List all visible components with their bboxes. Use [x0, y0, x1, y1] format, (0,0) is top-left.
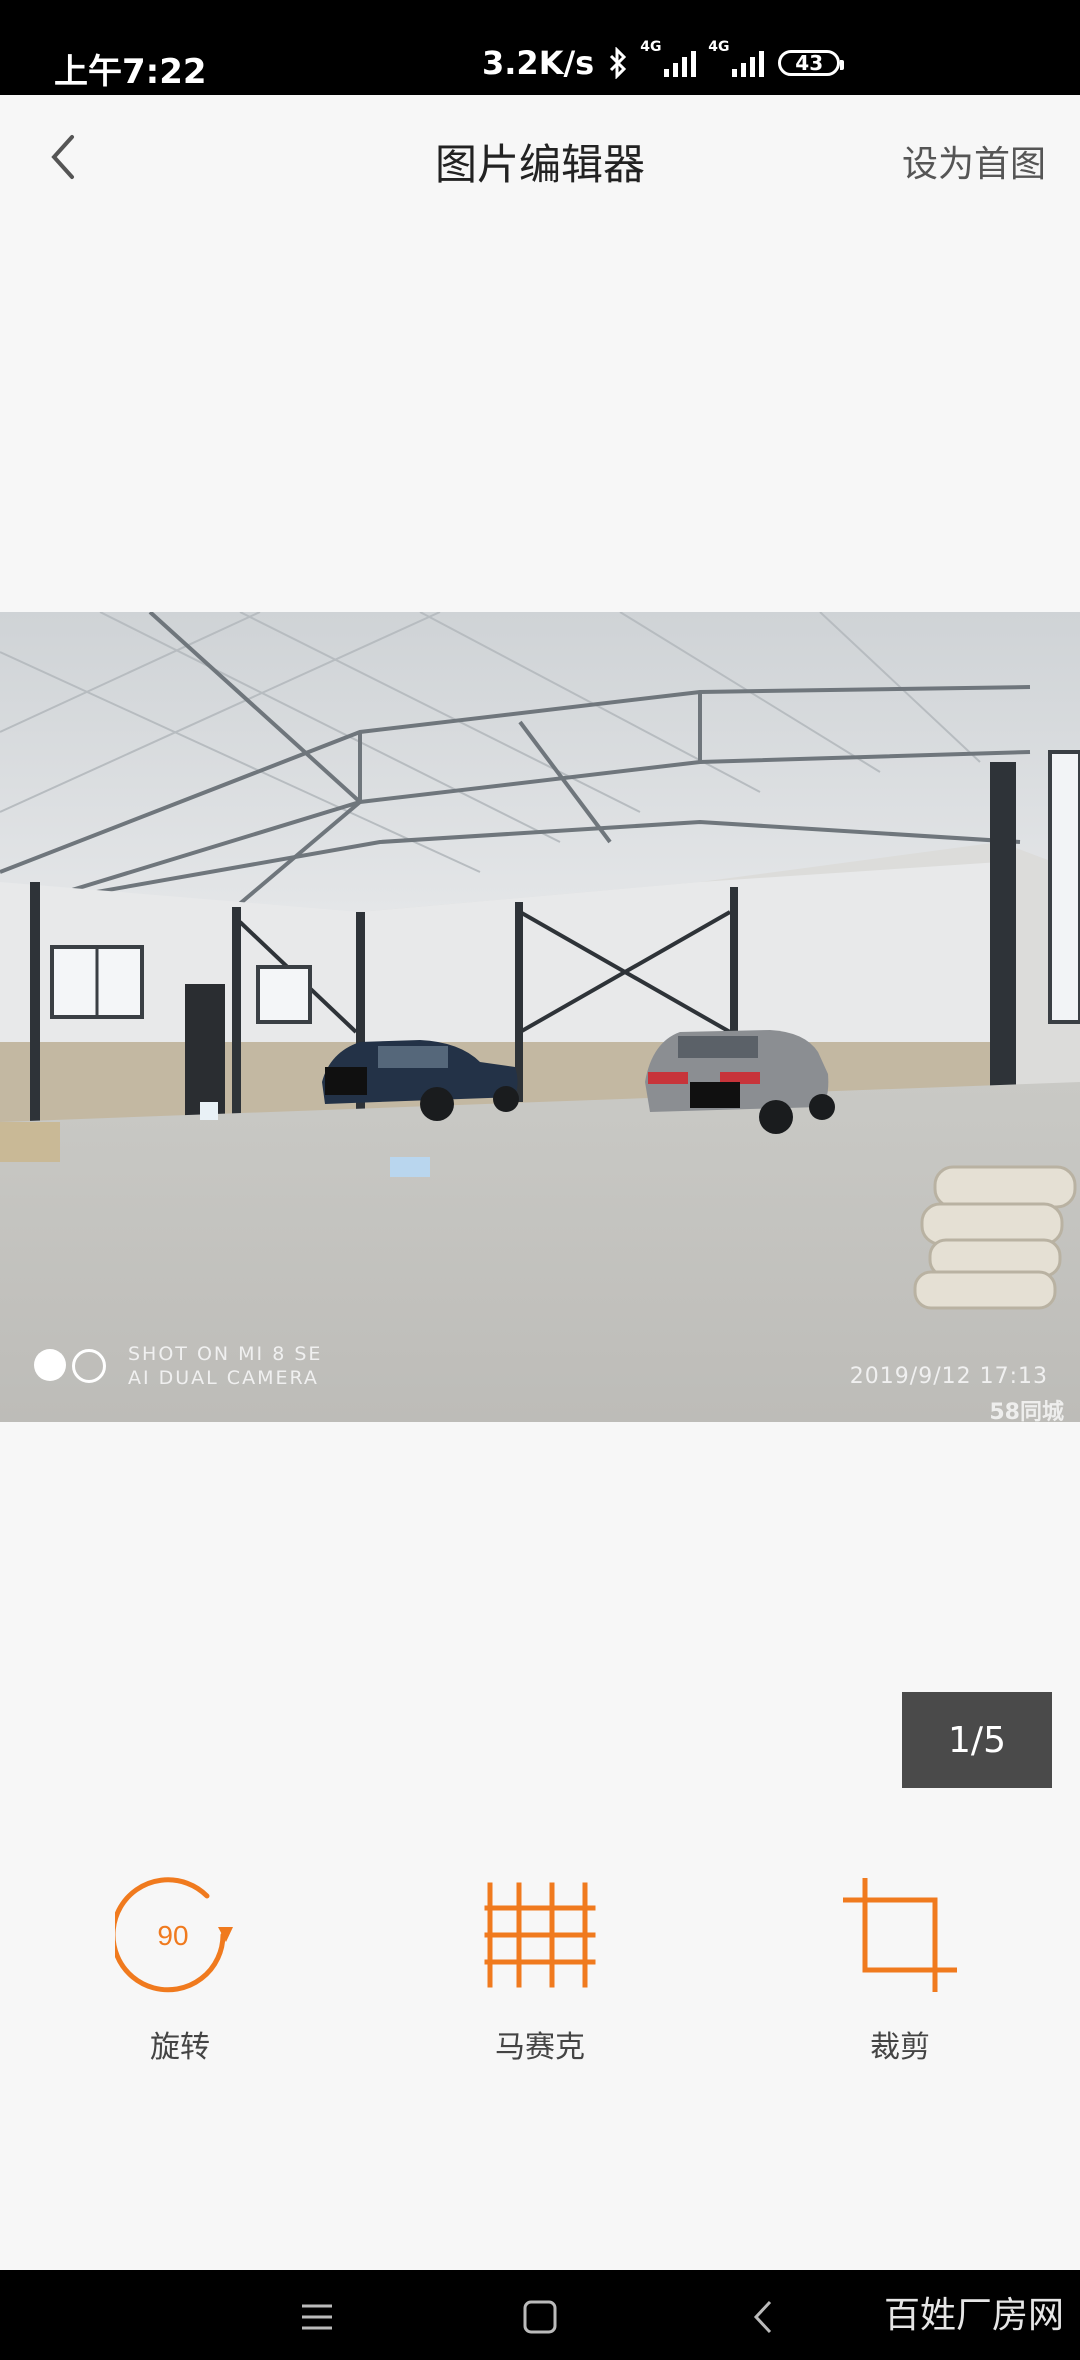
status-time: 上午7:22: [54, 52, 207, 92]
crop-icon: [843, 1878, 957, 1992]
page-indicator: 1/5: [902, 1692, 1052, 1788]
rotate-degree: 90: [157, 1920, 188, 1951]
camera-watermark-line2: AI DUAL CAMERA: [128, 1367, 319, 1389]
warehouse-photo: [0, 612, 1080, 1422]
signal-icon-2: 4G: [708, 39, 765, 77]
home-icon[interactable]: [515, 2292, 565, 2342]
set-cover-button[interactable]: 设为首图: [902, 135, 1046, 187]
mosaic-label: 马赛克: [495, 2030, 585, 2065]
battery-level: 43: [795, 51, 824, 75]
site-watermark: 百姓厂房网: [883, 2295, 1064, 2336]
mosaic-button[interactable]: 马赛克: [440, 1870, 640, 2066]
photo-timestamp: 2019/9/12 17:13: [849, 1364, 1048, 1389]
camera-watermark: SHOT ON MI 8 SE AI DUAL CAMERA: [34, 1342, 322, 1390]
bluetooth-icon: [610, 47, 627, 79]
camera-dots-icon: [34, 1349, 106, 1383]
rotate-button[interactable]: 90 旋转: [80, 1870, 280, 2066]
crop-label: 裁剪: [870, 2030, 930, 2065]
crop-button[interactable]: 裁剪: [800, 1870, 1000, 2066]
camera-watermark-line1: SHOT ON MI 8 SE: [128, 1343, 323, 1365]
status-indicators: 3.2K/s 4G 4G 43: [482, 39, 845, 82]
edit-toolbar: 90 旋转 马赛克 裁剪: [0, 1870, 1080, 2090]
photo-preview[interactable]: SHOT ON MI 8 SE AI DUAL CAMERA 2019/9/12…: [0, 612, 1080, 1422]
header: 图片编辑器 设为首图: [0, 95, 1080, 225]
battery-icon: 43: [778, 50, 845, 76]
photo-logo: 58同城: [989, 1400, 1064, 1422]
status-bar: 上午7:22 3.2K/s 4G 4G 43: [0, 0, 1080, 95]
signal-icon: 4G: [640, 39, 697, 77]
back-icon[interactable]: [740, 2292, 790, 2342]
menu-icon[interactable]: [292, 2292, 342, 2342]
rotate-label: 旋转: [150, 2030, 210, 2065]
mosaic-icon: [484, 1882, 596, 1988]
network-speed: 3.2K/s: [482, 44, 595, 82]
rotate-icon: 90: [115, 1877, 233, 1993]
